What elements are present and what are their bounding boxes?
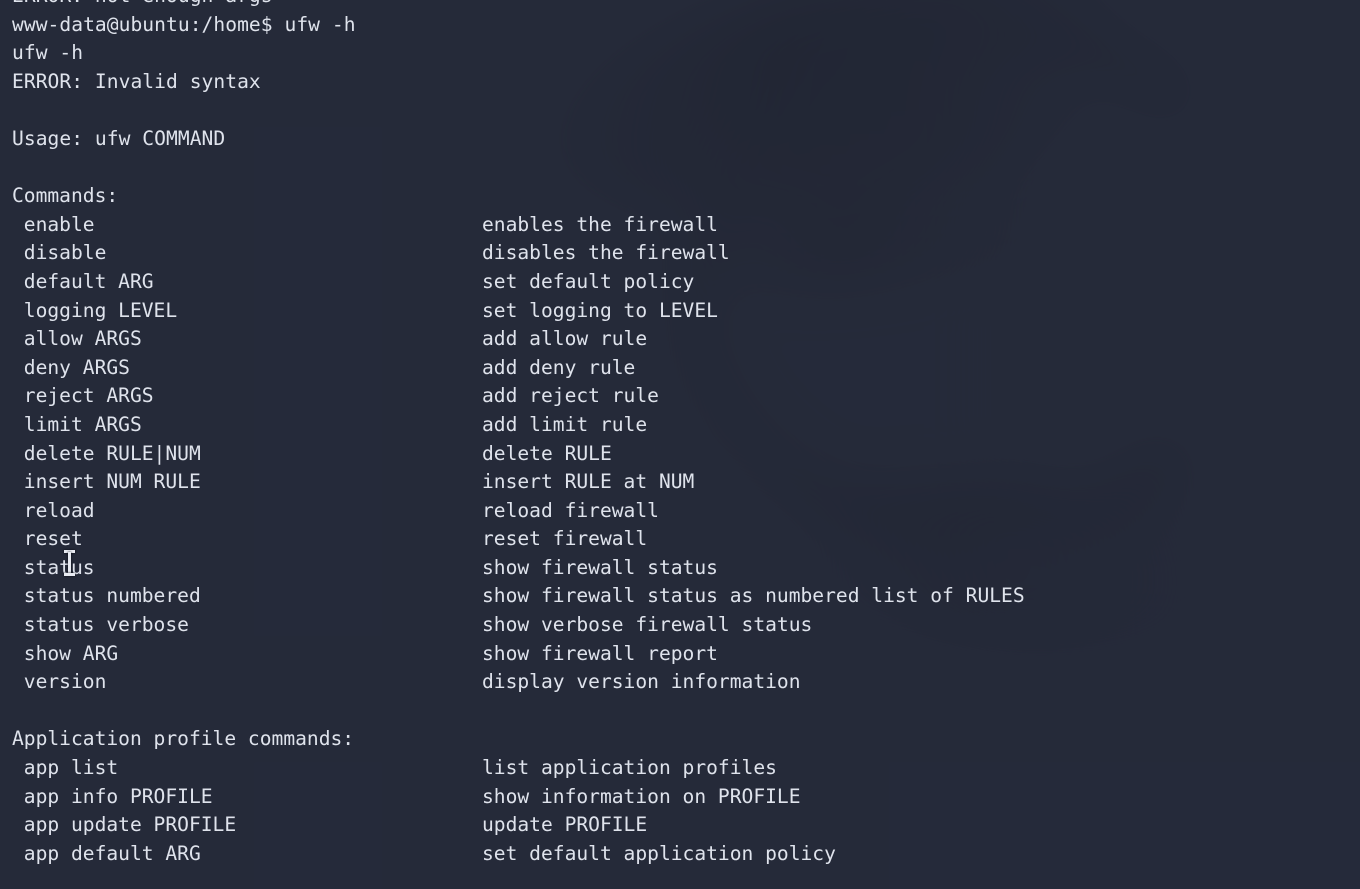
command-row: status show firewall status bbox=[12, 554, 1360, 583]
app-command-row: app update PROFILE update PROFILE bbox=[12, 811, 1360, 840]
app-command-row: app list list application profiles bbox=[12, 754, 1360, 783]
terminal-window[interactable]: ERROR: not enough args www-data@ubuntu:/… bbox=[0, 0, 1360, 889]
command-description: show firewall status bbox=[482, 555, 718, 579]
command-name: status numbered bbox=[23, 584, 201, 608]
command-name: default ARG bbox=[23, 269, 154, 293]
command-description: insert RULE at NUM bbox=[482, 470, 695, 494]
command-name: app update PROFILE bbox=[23, 813, 237, 837]
command-name: reset bbox=[23, 527, 83, 551]
command-description: add reject rule bbox=[482, 384, 659, 408]
command-name: status verbose bbox=[23, 613, 189, 637]
command-name: status bbox=[23, 555, 95, 579]
command-description: show information on PROFILE bbox=[482, 784, 801, 808]
command-description: show firewall report bbox=[482, 641, 718, 665]
command-row: reload reload firewall bbox=[12, 497, 1360, 526]
command-name: app default ARG bbox=[23, 841, 201, 865]
command-row: logging LEVEL set logging to LEVEL bbox=[12, 297, 1360, 326]
terminal-screen[interactable]: ERROR: not enough args www-data@ubuntu:/… bbox=[0, 0, 1360, 871]
command-description: disables the firewall bbox=[482, 241, 730, 265]
command-description: add allow rule bbox=[482, 327, 648, 351]
command-row: show ARG show firewall report bbox=[12, 640, 1360, 669]
command-name: reload bbox=[23, 498, 95, 522]
command-name: app info PROFILE bbox=[23, 784, 213, 808]
command-row: limit ARGS add limit rule bbox=[12, 411, 1360, 440]
command-name: enable bbox=[23, 212, 95, 236]
command-description: list application profiles bbox=[482, 756, 777, 780]
command-description: delete RULE bbox=[482, 441, 612, 465]
command-row: enable enables the firewall bbox=[12, 211, 1360, 240]
command-description: add deny rule bbox=[482, 355, 636, 379]
command-name: allow ARGS bbox=[23, 327, 142, 351]
app-command-row: app default ARG set default application p… bbox=[12, 840, 1360, 869]
commands-list: enable enables the firewall disable disabl… bbox=[12, 211, 1360, 697]
command-row: disable disables the firewall bbox=[12, 239, 1360, 268]
app-profile-heading: Application profile commands: bbox=[12, 727, 355, 751]
command-description: reload firewall bbox=[482, 498, 659, 522]
command-row: allow ARGS add allow rule bbox=[12, 325, 1360, 354]
commands-heading: Commands: bbox=[12, 184, 119, 208]
command-description: set logging to LEVEL bbox=[482, 298, 718, 322]
command-row: status numbered show firewall status as n… bbox=[12, 582, 1360, 611]
command-name: disable bbox=[23, 241, 107, 265]
command-name: app list bbox=[23, 756, 119, 780]
invalid-syntax-error: ERROR: Invalid syntax bbox=[12, 69, 261, 93]
command-row: default ARG set default policy bbox=[12, 268, 1360, 297]
command-row: deny ARGS add deny rule bbox=[12, 354, 1360, 383]
command-description: enables the firewall bbox=[482, 212, 718, 236]
command-description: set default application policy bbox=[482, 841, 836, 865]
app-commands-list: app list list application profiles app in… bbox=[12, 754, 1360, 868]
command-description: display version information bbox=[482, 670, 801, 694]
command-row: insert NUM RULE insert RULE at NUM bbox=[12, 468, 1360, 497]
command-name: version bbox=[23, 670, 107, 694]
command-row: reject ARGS add reject rule bbox=[12, 382, 1360, 411]
command-description: reset firewall bbox=[482, 527, 648, 551]
usage-line: Usage: ufw COMMAND bbox=[12, 126, 226, 150]
command-name: limit ARGS bbox=[23, 412, 142, 436]
command-row: delete RULE|NUM delete RULE bbox=[12, 440, 1360, 469]
command-name: insert NUM RULE bbox=[23, 470, 201, 494]
shell-prompt-line: www-data@ubuntu:/home$ ufw -h bbox=[12, 12, 356, 36]
echoed-command-line: ufw -h bbox=[12, 41, 84, 65]
command-description: show verbose firewall status bbox=[482, 613, 813, 637]
command-name: show ARG bbox=[23, 641, 119, 665]
previous-error-line: ERROR: not enough args bbox=[12, 0, 1360, 11]
command-row: version display version information bbox=[12, 668, 1360, 697]
command-description: update PROFILE bbox=[482, 813, 648, 837]
command-row: reset reset firewall bbox=[12, 525, 1360, 554]
command-name: deny ARGS bbox=[23, 355, 130, 379]
command-description: add limit rule bbox=[482, 412, 648, 436]
command-description: set default policy bbox=[482, 269, 695, 293]
app-command-row: app info PROFILE show information on PROF… bbox=[12, 783, 1360, 812]
command-row: status verbose show verbose firewall stat… bbox=[12, 611, 1360, 640]
command-description: show firewall status as numbered list of… bbox=[482, 584, 1025, 608]
command-name: delete RULE|NUM bbox=[23, 441, 201, 465]
command-name: logging LEVEL bbox=[23, 298, 178, 322]
command-name: reject ARGS bbox=[23, 384, 154, 408]
